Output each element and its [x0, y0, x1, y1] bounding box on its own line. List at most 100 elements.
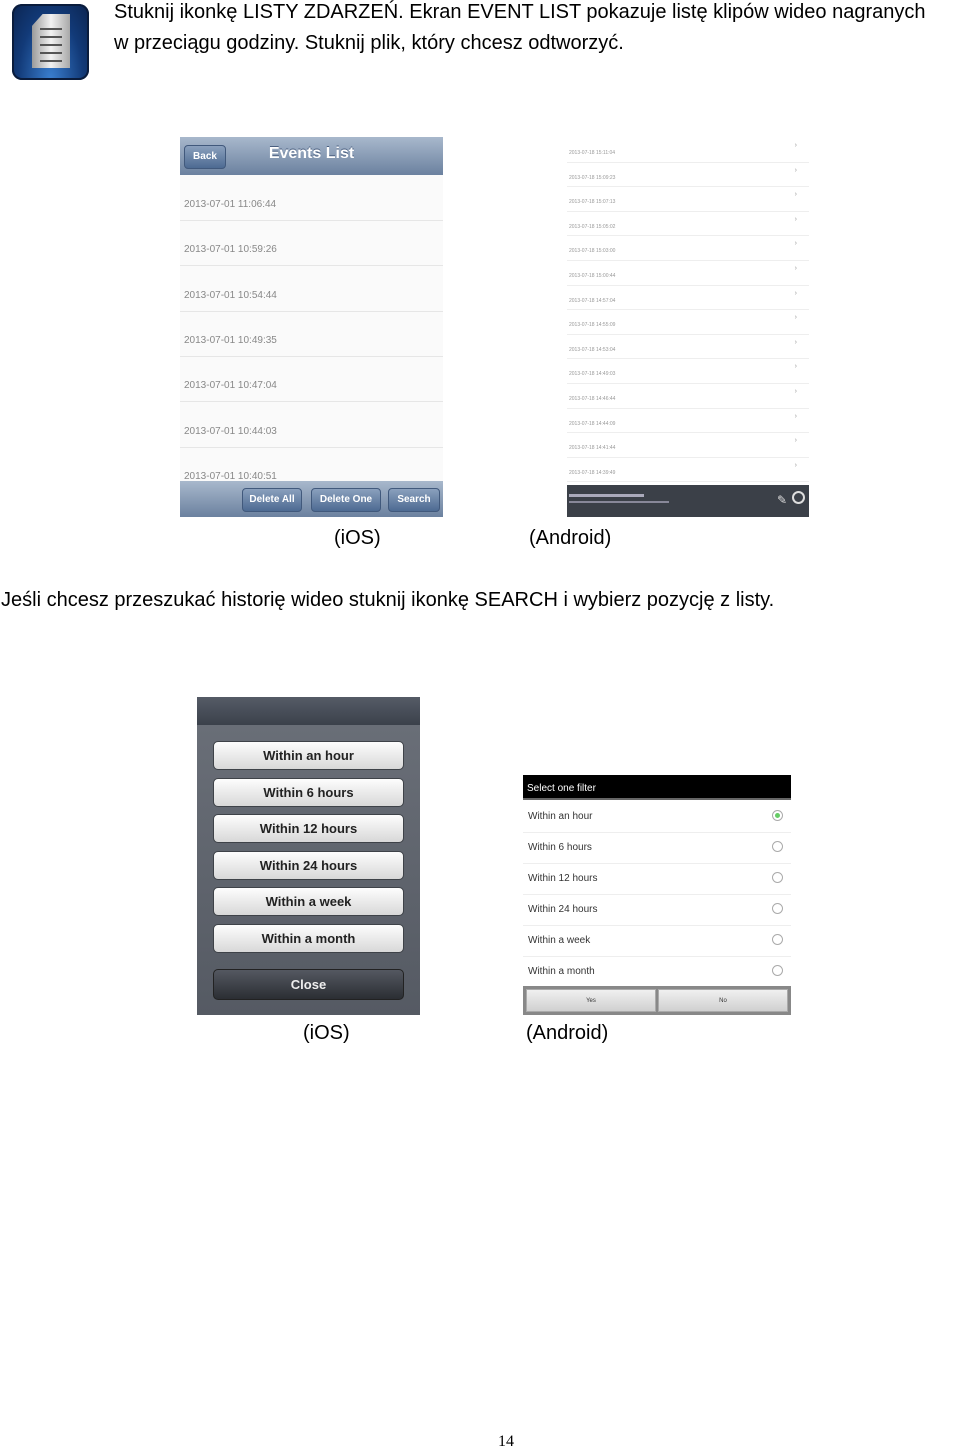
delete-one-button[interactable]: Delete One — [311, 488, 381, 512]
event-row[interactable]: 2013-07-01 10:49:35 — [180, 311, 443, 357]
radio-button[interactable] — [772, 903, 783, 914]
chevron-right-icon: › — [794, 437, 797, 445]
intro-line-2: w przeciągu godziny. Stuknij plik, który… — [114, 32, 624, 54]
event-timestamp: 2013-07-18 14:53:04 — [569, 346, 616, 353]
event-timestamp: 2013-07-18 14:57:04 — [569, 297, 616, 304]
event-row[interactable]: 2013-07-18 14:46:44 › — [567, 383, 809, 409]
event-row[interactable]: 2013-07-18 14:39:49 › — [567, 457, 809, 483]
station-name-blur — [569, 494, 644, 497]
ios-filter-screenshot: Within an hour Within 6 hours Within 12 ho… — [197, 697, 420, 1015]
event-row[interactable]: 2013-07-18 14:41:44 › — [567, 432, 809, 458]
chevron-right-icon: › — [794, 191, 797, 199]
pencil-icon[interactable]: ✎ — [777, 493, 787, 507]
ios-filter-header — [197, 697, 420, 725]
chevron-right-icon: › — [794, 461, 797, 469]
intro-line-1: Stuknij ikonkę LISTY ZDARZEŃ. Ekran EVEN… — [114, 1, 926, 23]
page-number: 14 — [498, 1433, 514, 1450]
yes-button[interactable]: Yes — [526, 989, 656, 1012]
radio-button[interactable] — [772, 872, 783, 883]
event-row[interactable]: 2013-07-18 14:49:03 › — [567, 358, 809, 384]
android-events-list-screenshot: 2013-07-18 15:11:04 › 2013-07-18 15:09:23 ›… — [567, 137, 809, 517]
event-row[interactable]: 2013-07-18 14:57:04 › — [567, 285, 809, 311]
filter-option[interactable]: Within a month — [523, 956, 791, 988]
caption-android-1: (Android) — [529, 527, 612, 549]
filter-option[interactable]: Within an hour — [523, 801, 791, 833]
filter-option-button[interactable]: Within a week — [213, 887, 404, 917]
event-timestamp: 2013-07-18 14:55:09 — [569, 322, 616, 329]
close-button[interactable]: Close — [213, 969, 404, 1000]
event-row[interactable]: 2013-07-01 10:54:44 — [180, 266, 443, 312]
event-row[interactable]: 2013-07-18 15:07:13 › — [567, 186, 809, 212]
filter-option-label: Within 6 hours — [528, 842, 592, 853]
event-row[interactable]: 2013-07-18 15:11:04 › — [567, 137, 809, 163]
event-timestamp: 2013-07-18 14:41:44 — [569, 445, 616, 452]
event-row[interactable]: 2013-07-01 10:44:03 — [180, 402, 443, 448]
radio-button[interactable] — [772, 810, 783, 821]
chevron-right-icon: › — [794, 314, 797, 322]
event-timestamp: 2013-07-18 15:05:02 — [569, 223, 616, 230]
filter-option-button[interactable]: Within 24 hours — [213, 850, 404, 880]
chevron-right-icon: › — [794, 215, 797, 223]
filter-option[interactable]: Within 24 hours — [523, 894, 791, 926]
filter-option-button[interactable]: Within 12 hours — [213, 814, 404, 844]
filter-option[interactable]: Within 6 hours — [523, 832, 791, 864]
ios-toolbar: Delete All Delete One Search — [180, 481, 443, 517]
event-row[interactable]: 2013-07-18 15:05:02 › — [567, 211, 809, 237]
filter-option-button[interactable]: Within an hour — [213, 741, 404, 770]
event-row[interactable]: 2013-07-18 14:44:09 › — [567, 408, 809, 434]
no-button[interactable]: No — [658, 989, 788, 1012]
chevron-right-icon: › — [794, 240, 797, 248]
search-instructions: Jeśli chcesz przeszukać historię wideo s… — [1, 589, 775, 611]
event-timestamp: 2013-07-18 15:00:44 — [569, 273, 616, 279]
event-row[interactable]: 2013-07-18 15:03:00 › — [567, 235, 809, 261]
caption-ios-1: (iOS) — [334, 527, 381, 549]
event-row[interactable]: 2013-07-18 15:00:44 › — [567, 260, 809, 286]
filter-option[interactable]: Within 12 hours — [523, 863, 791, 895]
event-row[interactable]: 2013-07-18 14:53:04 › — [567, 334, 809, 360]
event-row[interactable]: 2013-07-01 10:47:04 — [180, 356, 443, 403]
document-icon — [32, 14, 70, 68]
android-filter-screenshot: Select one filter Within an hour Within 6… — [523, 775, 791, 1015]
filter-option-label: Within 24 hours — [528, 904, 598, 915]
chevron-right-icon: › — [794, 388, 797, 395]
event-timestamp: 2013-07-18 14:44:09 — [569, 420, 616, 427]
chevron-right-icon: › — [794, 363, 797, 371]
filter-option-button[interactable]: Within a month — [213, 924, 404, 953]
caption-ios-2: (iOS) — [303, 1022, 350, 1044]
filter-option[interactable]: Within a week — [523, 925, 791, 957]
chevron-right-icon: › — [794, 142, 797, 149]
ios-events-list-screenshot: Back Events List 2013-07-01 11:06:44 2013… — [180, 137, 443, 517]
event-row[interactable]: 2013-07-01 10:59:26 — [180, 220, 443, 267]
event-row[interactable]: 2013-07-18 15:09:23 › — [567, 162, 809, 188]
search-icon[interactable] — [792, 491, 805, 504]
date-range-blur — [569, 501, 669, 503]
filter-option-label: Within a month — [528, 966, 595, 977]
search-button[interactable]: Search — [388, 488, 440, 512]
chevron-right-icon: › — [794, 166, 797, 174]
event-timestamp: 2013-07-18 15:07:13 — [569, 199, 616, 206]
event-timestamp: 2013-07-18 14:39:49 — [569, 469, 616, 476]
event-timestamp: 2013-07-01 10:59:26 — [184, 244, 277, 256]
event-timestamp: 2013-07-18 14:49:03 — [569, 371, 616, 378]
filter-option-button[interactable]: Within 6 hours — [213, 777, 404, 807]
event-list-app-icon — [12, 4, 89, 80]
filter-option-label: Within a week — [528, 935, 591, 946]
filter-option-label: Within an hour — [528, 811, 593, 822]
chevron-right-icon: › — [794, 265, 797, 272]
events-list-title: Events List — [268, 145, 355, 162]
delete-all-button[interactable]: Delete All — [242, 488, 302, 512]
android-bottom-bar: ✎ — [567, 485, 809, 517]
event-timestamp: 2013-07-01 10:49:35 — [184, 334, 277, 346]
event-timestamp: 2013-07-01 10:44:03 — [184, 425, 277, 437]
radio-button[interactable] — [772, 934, 783, 945]
event-timestamp: 2013-07-18 15:11:04 — [569, 150, 616, 156]
filter-option-label: Within 12 hours — [528, 873, 598, 884]
event-timestamp: 2013-07-18 14:46:44 — [569, 396, 616, 402]
filter-dialog-title: Select one filter — [523, 775, 791, 800]
event-timestamp: 2013-07-18 15:09:23 — [569, 174, 616, 181]
radio-button[interactable] — [772, 841, 783, 852]
event-timestamp: 2013-07-01 11:06:44 — [184, 199, 277, 210]
event-row[interactable]: 2013-07-18 14:55:09 › — [567, 309, 809, 335]
radio-button[interactable] — [772, 965, 783, 976]
event-row[interactable]: 2013-07-01 11:06:44 — [180, 175, 443, 221]
